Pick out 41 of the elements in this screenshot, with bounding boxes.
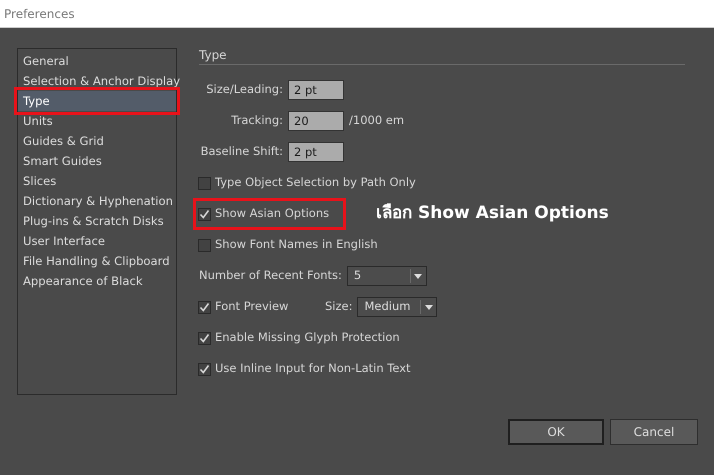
field-label: Tracking:	[230, 112, 283, 130]
sidebar-item[interactable]: Guides & Grid	[18, 131, 176, 151]
dropdown[interactable]: Medium	[357, 297, 438, 317]
sidebar-item[interactable]: User Interface	[18, 231, 176, 251]
checkbox-label[interactable]: Use Inline Input for Non-Latin Text	[215, 360, 411, 378]
sidebar-item[interactable]: Plug-ins & Scratch Disks	[18, 211, 176, 231]
checkbox-label[interactable]: Enable Missing Glyph Protection	[215, 329, 400, 347]
sidebar-item[interactable]: File Handling & Clipboard	[18, 251, 176, 271]
annotation-text: เลือก Show Asian Options	[376, 202, 609, 226]
caret-icon	[414, 274, 422, 278]
checkbox[interactable]	[198, 332, 211, 344]
sidebar-item[interactable]: Appearance of Black	[18, 271, 176, 291]
unit-label: /1000 em	[349, 112, 404, 130]
sidebar-item[interactable]: Type	[18, 91, 176, 111]
checkbox[interactable]	[198, 176, 211, 190]
sidebar-item[interactable]: Dictionary & Hyphenation	[18, 191, 176, 211]
field-label: Size/Leading:	[205, 81, 283, 98]
sidebar-item[interactable]: Slices	[18, 171, 176, 191]
dropdown-label: Size:	[325, 298, 352, 316]
checkbox[interactable]	[198, 238, 211, 252]
ok-button[interactable]: OK	[508, 419, 604, 445]
input-field[interactable]: 2 pt	[288, 80, 344, 100]
checkbox-label[interactable]: Type Object Selection by Path Only	[215, 174, 416, 192]
checkbox[interactable]	[198, 300, 211, 314]
window-title: Preferences	[0, 0, 714, 28]
checkbox[interactable]	[198, 208, 211, 220]
checkbox[interactable]	[198, 362, 211, 376]
sidebar-item[interactable]: Smart Guides	[18, 151, 176, 171]
section-heading: Type	[199, 48, 685, 65]
sidebar-item[interactable]: Units	[18, 111, 176, 131]
checkbox-label[interactable]: Show Asian Options	[215, 205, 330, 223]
checkbox-label[interactable]: Show Font Names in English	[215, 236, 378, 254]
sidebar-item[interactable]: General	[18, 51, 176, 71]
input-field[interactable]: 20	[288, 111, 344, 131]
cancel-button[interactable]: Cancel	[610, 419, 698, 445]
field-label: Baseline Shift:	[200, 143, 283, 160]
caret-icon	[424, 304, 433, 310]
input-field[interactable]: 2 pt	[288, 142, 344, 162]
dropdown-label: Number of Recent Fonts:	[199, 267, 342, 284]
checkbox-label[interactable]: Font Preview	[215, 298, 288, 316]
dropdown[interactable]: 5	[346, 266, 427, 286]
